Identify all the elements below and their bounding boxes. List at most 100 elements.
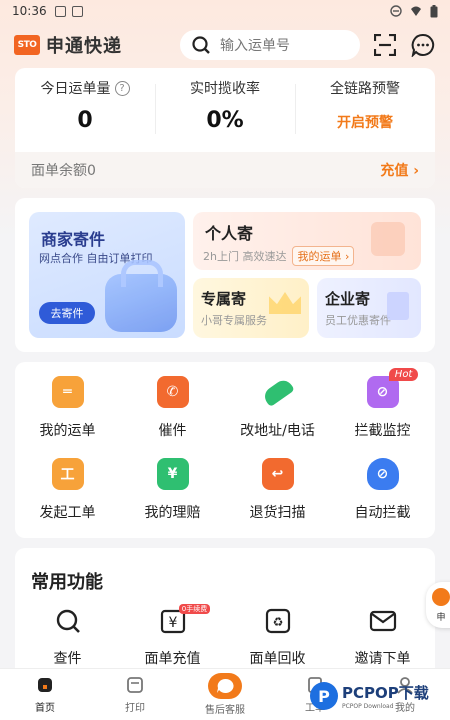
home-icon: [35, 675, 55, 695]
nav-home[interactable]: 首页: [0, 669, 90, 720]
chat-bubble-icon: [411, 33, 435, 57]
scan-icon: [374, 34, 396, 56]
help-icon[interactable]: ?: [114, 80, 130, 96]
claim-icon: ¥: [156, 458, 189, 490]
search-icon: [56, 609, 80, 633]
balance-label: 面单余额0: [31, 163, 96, 179]
scan-button[interactable]: [372, 32, 398, 58]
floating-label: 申: [436, 613, 446, 623]
enterprise-send-title: 企业寄: [325, 290, 371, 308]
nav-print[interactable]: 打印: [90, 669, 180, 720]
function-topup[interactable]: ¥ 0手续费 面单充值: [120, 604, 225, 668]
common-functions-row: 查件 ¥ 0手续费 面单充值 ♻ 面单回收 邀请下单: [15, 604, 435, 668]
service-intercept-monitor[interactable]: ⊘ Hot 拦截监控: [330, 368, 435, 448]
personal-send-subtitle: 2h上门 高效速达: [203, 250, 287, 263]
status-bar: 10:36: [0, 0, 450, 22]
nav-label: 售后客服: [205, 705, 245, 716]
edit-pen-icon: [260, 376, 295, 408]
service-create-ticket[interactable]: 工 发起工单: [15, 458, 120, 530]
function-recycle[interactable]: ♻ 面单回收: [225, 608, 330, 668]
function-label: 查件: [53, 651, 82, 667]
services-grid: ═ 我的运单 ✆ 催件 改地址/电话 ⊘ Hot 拦截监控 工 发起工单 ¥ 我…: [15, 362, 435, 530]
service-label: 退货扫描: [249, 505, 306, 521]
waybill-icon: ═: [51, 376, 84, 408]
service-my-waybill[interactable]: ═ 我的运单: [15, 376, 120, 448]
function-label: 面单充值: [144, 651, 201, 667]
app-header: STO 申通快递 输入运单号: [0, 26, 450, 64]
service-auto-intercept[interactable]: ⊘ 自动拦截: [330, 458, 435, 530]
status-notification-icons: [54, 5, 83, 17]
service-label: 自动拦截: [354, 505, 411, 521]
common-functions-card: 常用功能 查件 ¥ 0手续费 面单充值 ♻ 面单回收 邀请下单: [15, 548, 435, 678]
mail-icon: [369, 610, 396, 632]
crown-icon: [269, 292, 301, 314]
dnd-icon: [390, 5, 402, 17]
alert-label: 全链路预警: [330, 81, 400, 97]
personal-send-subtitle-row: 2h上门 高效速达 我的运单 ›: [203, 246, 355, 266]
nav-label: 打印: [125, 703, 145, 714]
enable-alert-button[interactable]: 开启预警: [295, 112, 435, 132]
go-send-button[interactable]: 去寄件: [39, 302, 95, 324]
svg-text:¥: ¥: [168, 615, 177, 631]
search-icon: [192, 36, 210, 54]
svg-text:♻: ♻: [272, 615, 283, 629]
floating-assistant-button[interactable]: 申: [426, 582, 450, 628]
watermark-text-block: PCPOP下载 PCPOP Download: [342, 682, 429, 710]
message-button[interactable]: [410, 32, 436, 58]
brand-name: 申通快递: [46, 36, 122, 57]
service-return-scan[interactable]: ↩ 退货扫描: [225, 458, 330, 530]
auto-intercept-icon: ⊘: [366, 458, 399, 490]
status-time: 10:36: [12, 4, 47, 18]
services-card: ═ 我的运单 ✆ 催件 改地址/电话 ⊘ Hot 拦截监控 工 发起工单 ¥ 我…: [15, 362, 435, 538]
today-waybills-stat[interactable]: 今日运单量 ? 0: [15, 78, 155, 152]
personal-send-title: 个人寄: [205, 224, 254, 243]
common-functions-title: 常用功能: [31, 572, 103, 593]
exclusive-send-subtitle: 小哥专属服务: [201, 314, 267, 327]
function-invite[interactable]: 邀请下单: [330, 608, 435, 668]
merchant-send-title: 商家寄件: [41, 230, 106, 249]
service-label: 催件: [158, 423, 187, 439]
topup-link[interactable]: 充值 ›: [380, 160, 419, 180]
service-urge[interactable]: ✆ 催件: [120, 376, 225, 448]
package-icon: [371, 222, 405, 256]
service-label: 发起工单: [39, 505, 96, 521]
app-notification-icon: [71, 5, 83, 17]
watermark-subtext: PCPOP Download: [342, 703, 394, 710]
exclusive-send-tile[interactable]: 专属寄 小哥专属服务: [193, 278, 309, 338]
service-label: 我的理赔: [144, 505, 201, 521]
assistant-avatar-icon: [432, 588, 450, 606]
customer-service-icon: [208, 673, 242, 699]
function-label: 邀请下单: [354, 651, 411, 667]
nav-label: 首页: [35, 703, 55, 714]
my-waybill-tag[interactable]: 我的运单 ›: [292, 246, 355, 266]
enterprise-send-tile[interactable]: 企业寄 员工优惠寄件: [317, 278, 421, 338]
pickup-rate-label: 实时揽收率: [190, 81, 260, 97]
function-label: 面单回收: [249, 651, 306, 667]
pickup-rate-stat[interactable]: 实时揽收率 0%: [155, 78, 295, 152]
merchant-send-tile[interactable]: 商家寄件 网点合作 自由订单打印 去寄件: [29, 212, 185, 338]
today-waybills-value: 0: [77, 108, 93, 133]
exclusive-send-title: 专属寄: [201, 290, 247, 308]
personal-send-tile[interactable]: 个人寄 2h上门 高效速达 我的运单 ›: [193, 212, 421, 270]
balance-row: 面单余额0 充值 ›: [15, 152, 435, 188]
pcpop-watermark: P PCPOP下载 PCPOP Download: [310, 676, 450, 716]
service-my-claim[interactable]: ¥ 我的理赔: [120, 458, 225, 530]
sto-logo: STO: [14, 35, 40, 55]
today-waybills-label-row: 今日运单量 ?: [15, 78, 155, 98]
function-track[interactable]: 查件: [15, 608, 120, 668]
service-change-address[interactable]: 改地址/电话: [225, 376, 330, 448]
alert-stat: 全链路预警 开启预警: [295, 78, 435, 152]
nav-customer-service[interactable]: 售后客服: [180, 669, 270, 720]
print-icon: [125, 675, 145, 695]
enterprise-send-subtitle: 员工优惠寄件: [325, 314, 391, 327]
search-bar[interactable]: 输入运单号: [180, 30, 360, 60]
shopping-bag-icon: [105, 260, 177, 332]
phone-urge-icon: ✆: [156, 376, 189, 408]
watermark-text: PCPOP下载: [342, 684, 429, 702]
status-right-icons: [390, 4, 438, 18]
hot-badge: Hot: [388, 368, 419, 381]
service-label: 改地址/电话: [240, 423, 315, 439]
service-label: 我的运单: [39, 423, 96, 439]
ticket-icon: 工: [51, 458, 84, 490]
stats-row: 今日运单量 ? 0 实时揽收率 0% 全链路预警 开启预警: [15, 78, 435, 152]
